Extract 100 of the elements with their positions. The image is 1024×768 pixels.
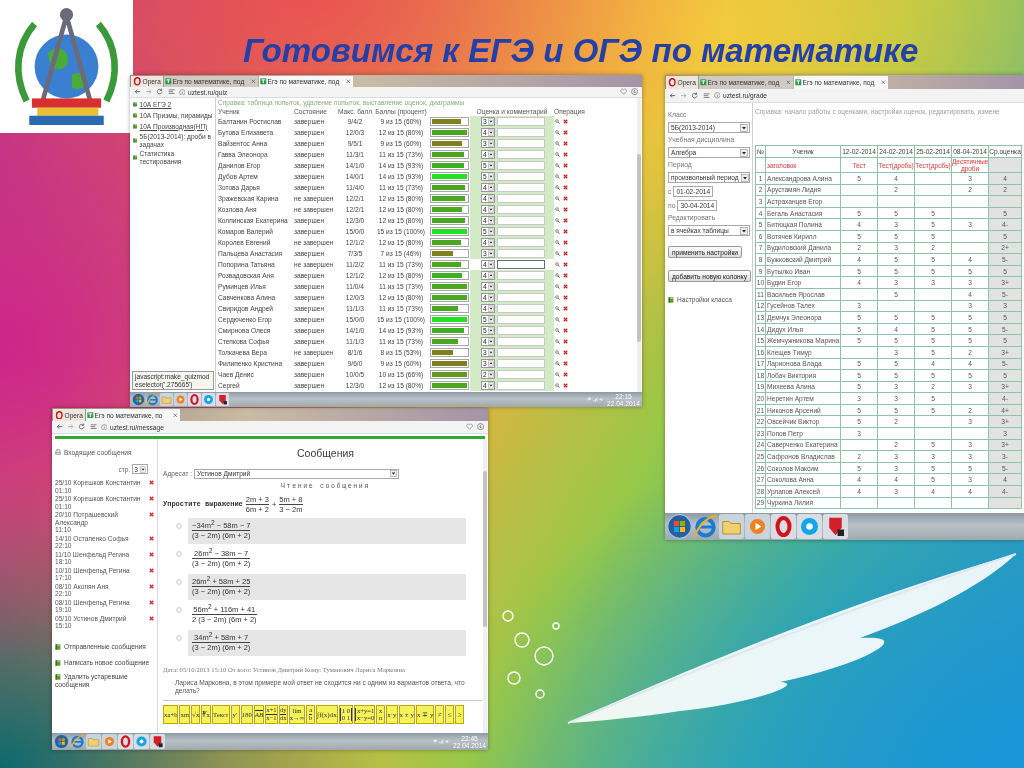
cross-icon[interactable] bbox=[563, 163, 568, 168]
shield-icon[interactable] bbox=[216, 393, 229, 406]
cross-icon[interactable] bbox=[563, 339, 568, 344]
cross-icon[interactable] bbox=[563, 361, 568, 366]
close-icon[interactable] bbox=[172, 411, 179, 419]
forward-icon[interactable] bbox=[680, 91, 688, 100]
scrollbar[interactable] bbox=[483, 439, 487, 733]
radio-button[interactable] bbox=[176, 579, 182, 585]
search-icon[interactable] bbox=[555, 174, 560, 179]
forward-icon[interactable] bbox=[145, 88, 153, 96]
globe-ring-icon[interactable] bbox=[146, 393, 159, 406]
shield-icon[interactable] bbox=[150, 734, 165, 749]
comment-field[interactable] bbox=[496, 381, 545, 390]
cross-icon[interactable] bbox=[149, 480, 154, 485]
scrollbar-thumb[interactable] bbox=[483, 471, 487, 628]
comment-field[interactable] bbox=[496, 249, 545, 258]
cross-icon[interactable] bbox=[563, 350, 568, 355]
comment-field[interactable] bbox=[496, 271, 545, 280]
cross-icon[interactable] bbox=[563, 229, 568, 234]
comment-field[interactable] bbox=[496, 304, 545, 313]
ring-icon[interactable] bbox=[188, 393, 201, 406]
cross-icon[interactable] bbox=[149, 567, 154, 573]
close-icon[interactable] bbox=[880, 79, 887, 86]
search-icon[interactable] bbox=[555, 141, 560, 146]
radio-button[interactable] bbox=[176, 635, 182, 641]
search-icon[interactable] bbox=[555, 339, 560, 344]
search-icon[interactable] bbox=[555, 383, 560, 388]
comment-field[interactable] bbox=[496, 227, 545, 236]
comment-field[interactable] bbox=[496, 238, 545, 247]
cross-icon[interactable] bbox=[563, 273, 568, 278]
close-icon[interactable] bbox=[250, 78, 257, 85]
globe-ring-icon[interactable] bbox=[693, 514, 718, 539]
search-icon[interactable] bbox=[555, 163, 560, 168]
radio-button[interactable] bbox=[176, 523, 182, 529]
comment-field[interactable] bbox=[496, 128, 545, 137]
reload-icon[interactable] bbox=[156, 88, 164, 96]
cross-icon[interactable] bbox=[563, 317, 568, 322]
search-icon[interactable] bbox=[555, 273, 560, 278]
comment-field[interactable] bbox=[496, 282, 545, 291]
shield-icon[interactable] bbox=[823, 514, 848, 539]
search-icon[interactable] bbox=[555, 240, 560, 245]
back-icon[interactable] bbox=[668, 91, 677, 100]
cross-icon[interactable] bbox=[563, 383, 568, 388]
cross-icon[interactable] bbox=[563, 185, 568, 190]
cross-icon[interactable] bbox=[563, 240, 568, 245]
search-icon[interactable] bbox=[555, 196, 560, 201]
search-icon[interactable] bbox=[555, 361, 560, 366]
search-icon[interactable] bbox=[555, 328, 560, 333]
globe-ring-icon[interactable] bbox=[70, 734, 85, 749]
search-icon[interactable] bbox=[555, 295, 560, 300]
search-icon[interactable] bbox=[555, 251, 560, 256]
comment-field[interactable] bbox=[496, 293, 545, 302]
back-icon[interactable] bbox=[55, 423, 64, 431]
comment-field[interactable] bbox=[496, 161, 545, 170]
download-icon[interactable] bbox=[630, 88, 639, 96]
comment-field[interactable] bbox=[496, 117, 545, 126]
play-icon[interactable] bbox=[174, 393, 187, 406]
cross-icon[interactable] bbox=[149, 535, 154, 541]
radio-button[interactable] bbox=[176, 551, 182, 557]
comment-field[interactable] bbox=[496, 150, 545, 159]
back-icon[interactable] bbox=[133, 88, 142, 96]
forward-icon[interactable] bbox=[67, 423, 75, 431]
comment-field[interactable] bbox=[496, 194, 545, 203]
comment-field[interactable] bbox=[496, 172, 545, 181]
cross-icon[interactable] bbox=[563, 130, 568, 135]
search-icon[interactable] bbox=[555, 152, 560, 157]
search-icon[interactable] bbox=[555, 317, 560, 322]
cross-icon[interactable] bbox=[563, 218, 568, 223]
ring-icon[interactable] bbox=[771, 514, 796, 539]
cross-icon[interactable] bbox=[563, 207, 568, 212]
radio-button[interactable] bbox=[176, 607, 182, 613]
comment-field[interactable] bbox=[496, 337, 545, 346]
close-icon[interactable] bbox=[345, 78, 352, 85]
heart-icon[interactable] bbox=[465, 423, 473, 431]
search-icon[interactable] bbox=[555, 372, 560, 377]
search-icon[interactable] bbox=[555, 130, 560, 135]
cross-icon[interactable] bbox=[563, 306, 568, 311]
cross-icon[interactable] bbox=[563, 196, 568, 201]
cross-icon[interactable] bbox=[149, 551, 154, 557]
cross-icon[interactable] bbox=[563, 251, 568, 256]
cross-icon[interactable] bbox=[149, 615, 154, 621]
cross-icon[interactable] bbox=[149, 599, 154, 605]
lines-icon[interactable] bbox=[89, 423, 97, 431]
lines-icon[interactable] bbox=[167, 88, 175, 96]
search-icon[interactable] bbox=[555, 284, 560, 289]
scrollbar-thumb[interactable] bbox=[637, 153, 641, 342]
ring-icon[interactable] bbox=[118, 734, 133, 749]
search-icon[interactable] bbox=[555, 350, 560, 355]
play-icon[interactable] bbox=[745, 514, 770, 539]
cross-icon[interactable] bbox=[149, 583, 154, 589]
comment-field[interactable] bbox=[496, 315, 545, 324]
comment-field[interactable] bbox=[496, 183, 545, 192]
cross-icon[interactable] bbox=[563, 284, 568, 289]
scrollbar[interactable] bbox=[637, 98, 641, 392]
search-icon[interactable] bbox=[555, 229, 560, 234]
reload-icon[interactable] bbox=[691, 91, 699, 100]
play-icon[interactable] bbox=[102, 734, 117, 749]
cross-icon[interactable] bbox=[563, 152, 568, 157]
comment-field[interactable] bbox=[496, 359, 545, 368]
comment-field[interactable] bbox=[496, 216, 545, 225]
